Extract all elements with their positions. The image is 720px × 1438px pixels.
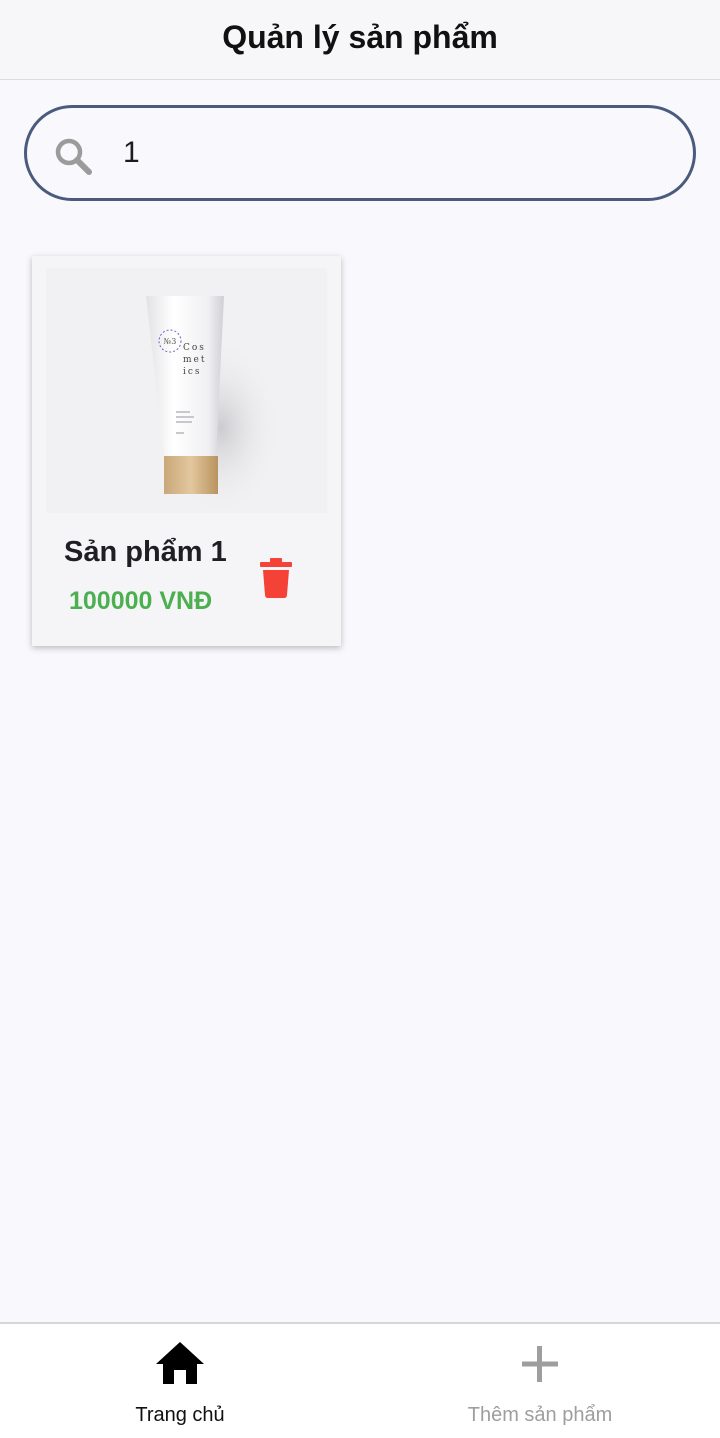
svg-text:met: met — [183, 355, 206, 365]
nav-item-home[interactable]: Trang chủ — [0, 1324, 360, 1438]
search-icon — [55, 138, 92, 175]
page-title: Quản lý sản phẩm — [222, 19, 498, 55]
svg-text:ics: ics — [183, 367, 202, 377]
app-header: Quản lý sản phẩm — [0, 0, 720, 80]
bottom-navigation: Trang chủ Thêm sản phẩm — [0, 1322, 720, 1438]
product-name: Sản phẩm 1 — [64, 536, 227, 568]
search-bar[interactable] — [24, 105, 696, 201]
plus-icon — [522, 1346, 558, 1382]
product-image: №3 Cos met ics — [46, 268, 327, 513]
nav-label-add-product: Thêm sản phẩm — [467, 1404, 613, 1426]
svg-text:Cos: Cos — [183, 343, 206, 353]
product-price: 100000 VNĐ — [69, 587, 213, 615]
svg-text:№3: №3 — [164, 337, 177, 346]
home-icon — [156, 1342, 204, 1384]
nav-item-add-product[interactable]: Thêm sản phẩm — [360, 1324, 720, 1438]
nav-label-home: Trang chủ — [135, 1404, 225, 1426]
trash-icon[interactable] — [260, 558, 292, 598]
search-input[interactable] — [123, 122, 663, 184]
product-card[interactable]: №3 Cos met ics Sản phẩm 1 100000 VNĐ — [32, 256, 341, 646]
